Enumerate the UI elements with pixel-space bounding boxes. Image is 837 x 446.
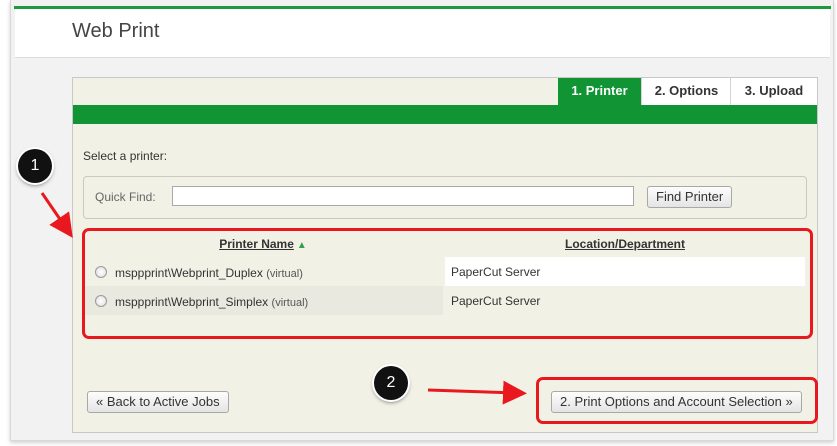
back-to-active-jobs-button[interactable]: « Back to Active Jobs	[87, 391, 229, 413]
page-title: Web Print	[72, 20, 160, 42]
annotation-highlight-next-button	[536, 377, 818, 424]
annotation-highlight-table	[82, 228, 813, 339]
quick-find-box: Quick Find: Find Printer	[83, 176, 807, 219]
tab-underline-bar	[73, 105, 817, 124]
quick-find-input[interactable]	[172, 186, 634, 206]
find-printer-button[interactable]: Find Printer	[647, 186, 733, 208]
annotation-badge-2: 2	[374, 366, 408, 400]
tab-printer[interactable]: 1. Printer	[558, 78, 641, 105]
tab-upload[interactable]: 3. Upload	[730, 78, 817, 105]
quick-find-label: Quick Find:	[95, 190, 156, 204]
tab-options[interactable]: 2. Options	[641, 78, 731, 105]
select-printer-label: Select a printer:	[83, 149, 168, 163]
annotation-badge-1: 1	[18, 149, 52, 183]
wizard-tabs: 1. Printer 2. Options 3. Upload	[73, 78, 817, 105]
